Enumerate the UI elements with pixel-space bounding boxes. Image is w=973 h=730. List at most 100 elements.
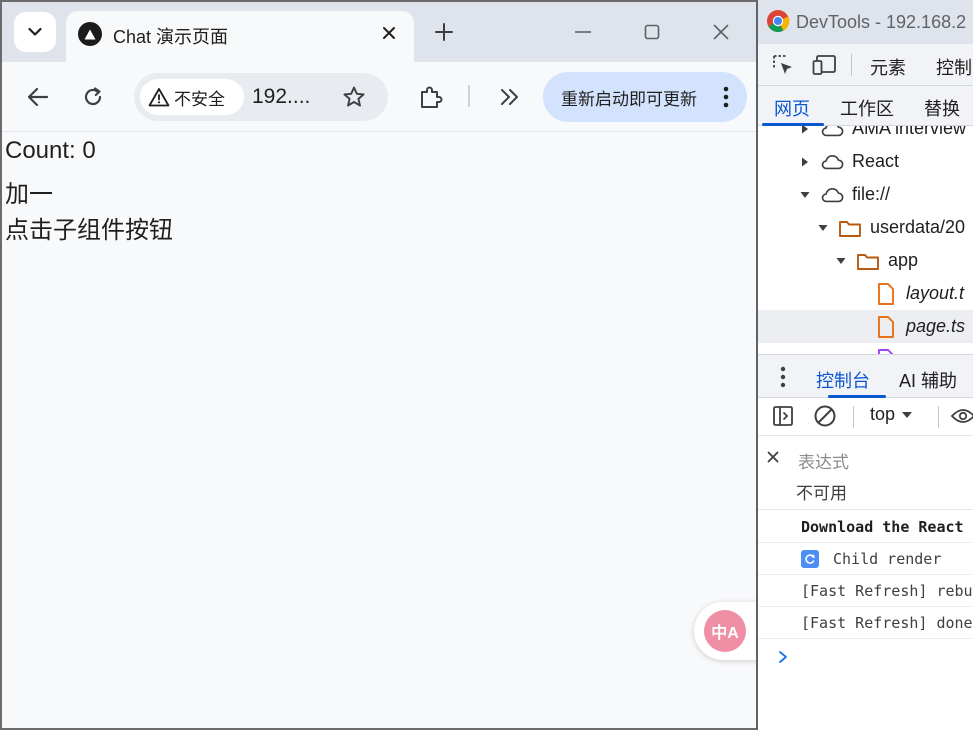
tab-console[interactable]: 控制台 — [816, 367, 870, 393]
tree-item-partial[interactable] — [758, 343, 973, 354]
tree-collapse-arrow-icon[interactable] — [800, 190, 810, 200]
tree-item-label: layout.t — [906, 283, 965, 303]
translate-icon: 中A — [704, 610, 746, 652]
console-message-text: [Fast Refresh] rebu — [801, 581, 973, 600]
tab-title: Chat 演示页面 — [113, 27, 229, 47]
translate-floating-button[interactable]: 中A — [694, 602, 756, 660]
tree-expand-arrow-icon[interactable] — [800, 126, 810, 134]
new-tab-plus-icon[interactable] — [430, 18, 458, 46]
tree-collapse-arrow-icon[interactable] — [836, 256, 846, 266]
tree-item[interactable]: file:// — [758, 178, 973, 211]
console-message-text: [Fast Refresh] done — [801, 613, 973, 632]
folder-icon — [838, 217, 862, 239]
devtools-main-toolbar: 元素 控制 — [758, 44, 973, 86]
live-expression-eye-icon[interactable] — [950, 403, 973, 429]
reload-icon[interactable] — [79, 83, 107, 111]
console-toolbar: top — [758, 398, 973, 436]
console-message[interactable]: [Fast Refresh] rebu — [758, 575, 973, 607]
live-expression-panel: 表达式 不可用 — [758, 436, 973, 510]
live-expression-value: 不可用 — [796, 484, 847, 503]
console-messages: Download the React Child render [Fast Re… — [758, 511, 973, 730]
close-window-icon[interactable] — [707, 18, 735, 46]
tree-item-label: React — [852, 151, 900, 171]
devtools-titlebar: DevTools - 192.168.2 — [758, 0, 973, 44]
file-icon — [874, 315, 898, 338]
back-arrow-icon[interactable] — [24, 83, 52, 111]
context-selector[interactable]: top — [870, 404, 913, 425]
tree-item-label: app — [888, 250, 919, 270]
update-label: 重新启动即可更新 — [561, 89, 697, 109]
console-prompt-chevron-icon[interactable] — [776, 650, 790, 664]
tab-workspace[interactable]: 工作区 — [840, 95, 894, 121]
chevron-down-icon — [28, 27, 42, 36]
tab-search-button[interactable] — [14, 12, 56, 52]
tab-elements[interactable]: 元素 — [870, 54, 906, 80]
extensions-puzzle-icon[interactable] — [417, 83, 445, 111]
cloud-icon — [820, 184, 844, 206]
context-label: top — [870, 404, 896, 424]
tree-item[interactable]: page.ts — [758, 310, 973, 343]
bookmark-star-icon[interactable] — [340, 83, 368, 111]
tab-ai-assistance[interactable]: AI 辅助 — [899, 367, 957, 393]
toolbar-separator — [938, 406, 939, 428]
sources-subtabs: 网页 工作区 替换 — [758, 86, 973, 126]
tree-item[interactable]: userdata/20 — [758, 211, 973, 244]
tree-item[interactable]: app — [758, 244, 973, 277]
browser-tab[interactable]: Chat 演示页面 — [66, 11, 414, 63]
clear-console-icon[interactable] — [812, 403, 838, 429]
tab-strip: Chat 演示页面 — [2, 2, 756, 63]
kebab-menu-icon[interactable] — [721, 85, 731, 109]
tree-collapse-arrow-icon[interactable] — [818, 223, 828, 233]
tree-item-label: userdata/20 — [870, 217, 966, 237]
tree-item-label: AMA interview — [852, 126, 967, 138]
site-security-chip[interactable]: 不安全 — [140, 79, 244, 115]
toolbar-separator — [851, 54, 852, 76]
site-favicon-icon — [78, 22, 102, 46]
drawer-tabbar: 控制台 AI 辅助 — [758, 354, 973, 398]
browser-window: Chat 演示页面 不安全 192.... 重新启动即可更新 Count: 0 … — [0, 0, 756, 730]
tab-close-icon[interactable] — [378, 22, 400, 44]
tree-item-label: page.ts — [906, 316, 966, 336]
browser-toolbar: 不安全 192.... 重新启动即可更新 — [2, 62, 756, 132]
tree-expand-arrow-icon[interactable] — [800, 157, 810, 167]
increment-button[interactable]: 加一 — [5, 174, 53, 209]
source-file-tree: AMA interview React file:// userdata/20 app l… — [758, 126, 973, 354]
toolbar-divider — [468, 85, 470, 107]
console-message[interactable]: [Fast Refresh] done — [758, 607, 973, 639]
tree-item[interactable]: React — [758, 145, 973, 178]
more-tools-chevrons-icon[interactable] — [496, 83, 524, 111]
chrome-logo-icon — [767, 10, 790, 32]
dropdown-caret-icon — [902, 411, 913, 418]
log-source-icon — [801, 549, 819, 568]
device-toolbar-icon[interactable] — [812, 52, 838, 78]
tree-item[interactable]: layout.t — [758, 277, 973, 310]
devtools-window: DevTools - 192.168.2 元素 控制 网页 工作区 替换 AMA… — [756, 0, 973, 730]
cloud-icon — [820, 151, 844, 173]
toolbar-separator — [853, 406, 854, 428]
inspect-element-icon[interactable] — [770, 52, 796, 78]
address-bar[interactable]: 不安全 192.... — [134, 73, 388, 121]
page-viewport: Count: 0 加一 点击子组件按钮 中A — [2, 133, 756, 728]
console-message-text: Download the React — [801, 517, 964, 536]
relaunch-to-update-button[interactable]: 重新启动即可更新 — [543, 72, 747, 122]
live-expression-input[interactable]: 表达式 — [798, 448, 849, 473]
remove-expression-close-icon[interactable] — [764, 448, 782, 466]
count-text: Count: 0 — [5, 137, 96, 164]
devtools-title: DevTools - 192.168.2 — [796, 12, 967, 32]
drawer-menu-kebab-icon[interactable] — [770, 364, 796, 390]
console-message[interactable]: Download the React — [758, 511, 973, 543]
console-message[interactable]: Child render — [758, 543, 973, 575]
maximize-window-icon[interactable] — [638, 18, 666, 46]
tab-console-main[interactable]: 控制 — [936, 54, 972, 80]
url-text[interactable]: 192.... — [252, 85, 310, 109]
sidebar-toggle-icon[interactable] — [770, 403, 796, 429]
minimize-window-icon[interactable] — [569, 18, 597, 46]
child-component-button[interactable]: 点击子组件按钮 — [5, 210, 173, 245]
tab-page[interactable]: 网页 — [774, 95, 810, 121]
cloud-icon — [820, 126, 844, 140]
tree-item[interactable]: AMA interview — [758, 126, 973, 145]
warning-triangle-icon — [148, 88, 170, 107]
tab-overrides[interactable]: 替换 — [924, 95, 960, 121]
